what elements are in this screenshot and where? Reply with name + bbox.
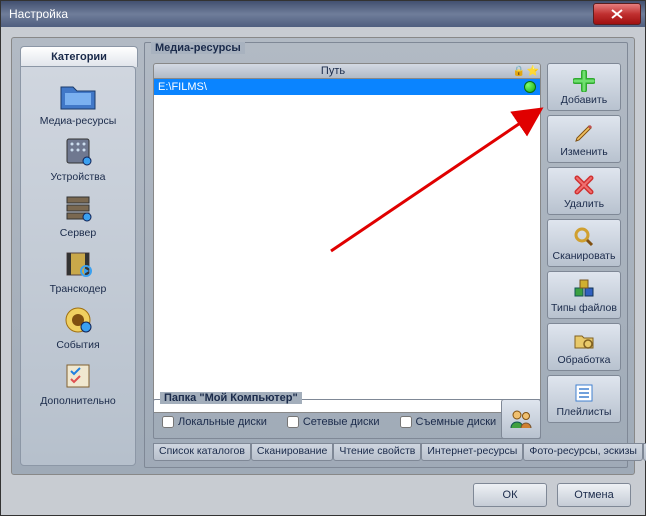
settings-window: Настройка Категории Медиа-ресурсы xyxy=(0,0,646,516)
additional-icon xyxy=(58,359,98,393)
local-disks-checkbox[interactable]: Локальные диски xyxy=(162,416,267,428)
path-list-panel: Путь 🔒 ⭐ E:\FILMS\ xyxy=(153,63,541,413)
delete-x-icon xyxy=(573,173,595,197)
sidebar-item-additional[interactable]: Дополнительно xyxy=(21,353,135,409)
action-label: Изменить xyxy=(560,146,607,158)
inner-frame: Категории Медиа-ресурсы Устройства xyxy=(11,37,635,475)
header-icons: 🔒 ⭐ xyxy=(512,64,540,78)
checkbox-label: Сетевые диски xyxy=(303,416,380,428)
checkbox-input[interactable] xyxy=(162,416,174,428)
sidebar-item-events[interactable]: События xyxy=(21,297,135,353)
titlebar: Настройка xyxy=(1,1,645,27)
sidebar-item-label: Дополнительно xyxy=(23,395,133,407)
path-row-status xyxy=(522,80,538,94)
users-icon xyxy=(508,408,534,430)
sidebar-item-transcoder[interactable]: Транскодер xyxy=(21,241,135,297)
sidebar-item-media[interactable]: Медиа-ресурсы xyxy=(21,73,135,129)
action-label: Обработка xyxy=(558,354,611,366)
path-column-title: Путь xyxy=(154,65,512,77)
delete-button[interactable]: Удалить xyxy=(547,167,621,215)
action-label: Добавить xyxy=(561,94,607,106)
removable-disks-checkbox[interactable]: Съемные диски xyxy=(400,416,497,428)
categories-list: Медиа-ресурсы Устройства Сервер xyxy=(20,66,136,466)
sidebar-item-label: Медиа-ресурсы xyxy=(23,115,133,127)
playlists-button[interactable]: Плейлисты xyxy=(547,375,621,423)
plus-icon xyxy=(573,69,595,93)
my-computer-folder-box: Папка "Мой Компьютер" Локальные диски Се… xyxy=(153,399,541,439)
edit-button[interactable]: Изменить xyxy=(547,115,621,163)
status-dot-green xyxy=(524,81,536,93)
path-row[interactable]: E:\FILMS\ xyxy=(154,79,540,95)
action-label: Сканировать xyxy=(553,250,616,262)
processing-button[interactable]: Обработка xyxy=(547,323,621,371)
transcoder-icon xyxy=(58,247,98,281)
sidebar-item-label: События xyxy=(23,339,133,351)
client-area: Категории Медиа-ресурсы Устройства xyxy=(1,27,645,515)
devices-icon xyxy=(58,135,98,169)
scan-button[interactable]: Сканировать xyxy=(547,219,621,267)
ok-button[interactable]: ОК xyxy=(473,483,547,507)
sidebar-item-devices[interactable]: Устройства xyxy=(21,129,135,185)
users-button[interactable] xyxy=(501,399,541,439)
close-icon xyxy=(611,9,623,19)
checkbox-label: Съемные диски xyxy=(416,416,497,428)
bottom-tabs: Список каталогов Сканирование Чтение сво… xyxy=(153,443,621,461)
action-label: Плейлисты xyxy=(557,406,612,418)
star-icon: ⭐ xyxy=(526,64,540,78)
cubes-icon xyxy=(573,277,595,301)
path-row-text: E:\FILMS\ xyxy=(154,81,522,93)
action-label: Удалить xyxy=(564,198,604,210)
sidebar-item-label: Транскодер xyxy=(23,283,133,295)
path-list[interactable]: E:\FILMS\ xyxy=(153,79,541,413)
cancel-button[interactable]: Отмена xyxy=(557,483,631,507)
checkbox-label: Локальные диски xyxy=(178,416,267,428)
tab-internet[interactable]: Интернет-ресурсы xyxy=(421,443,523,461)
events-icon xyxy=(58,303,98,337)
add-button[interactable]: Добавить xyxy=(547,63,621,111)
network-disks-checkbox[interactable]: Сетевые диски xyxy=(287,416,380,428)
server-icon xyxy=(58,191,98,225)
groupbox-title: Медиа-ресурсы xyxy=(151,42,245,54)
pencil-icon xyxy=(573,121,595,145)
window-title: Настройка xyxy=(9,7,68,21)
sidebar-item-server[interactable]: Сервер xyxy=(21,185,135,241)
lock-icon: 🔒 xyxy=(512,64,526,78)
checkbox-input[interactable] xyxy=(287,416,299,428)
gear-folder-icon xyxy=(573,329,595,353)
close-button[interactable] xyxy=(593,3,641,25)
path-list-header: Путь 🔒 ⭐ xyxy=(153,63,541,79)
tab-read-props[interactable]: Чтение свойств xyxy=(333,443,421,461)
action-buttons: Добавить Изменить Удалить xyxy=(547,63,621,423)
folder-media-icon xyxy=(58,79,98,113)
categories-header: Категории xyxy=(20,46,138,67)
sidebar-item-label: Сервер xyxy=(23,227,133,239)
dialog-buttons: ОК Отмена xyxy=(473,483,631,507)
sidebar-item-label: Устройства xyxy=(23,171,133,183)
tab-scanning[interactable]: Сканирование xyxy=(251,443,333,461)
users-button-wrap xyxy=(501,399,541,439)
tab-catalog-list[interactable]: Список каталогов xyxy=(153,443,251,461)
action-label: Типы файлов xyxy=(551,302,617,314)
playlist-icon xyxy=(573,381,595,405)
media-groupbox: Медиа-ресурсы Путь 🔒 ⭐ E:\FILMS\ xyxy=(144,42,628,468)
checkbox-input[interactable] xyxy=(400,416,412,428)
folder-box-title: Папка "Мой Компьютер" xyxy=(160,392,302,404)
filetypes-button[interactable]: Типы файлов xyxy=(547,271,621,319)
tab-photo[interactable]: Фото-ресурсы, эскизы xyxy=(523,443,643,461)
magnifier-icon xyxy=(573,225,595,249)
